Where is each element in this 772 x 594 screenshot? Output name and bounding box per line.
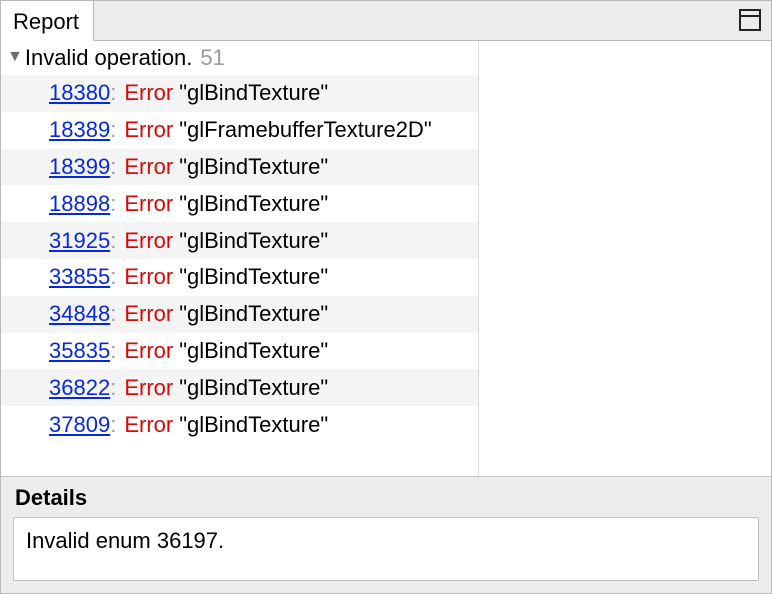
row-colon: : — [110, 117, 116, 143]
row-function-name: "glBindTexture" — [179, 154, 328, 180]
details-text: Invalid enum 36197. — [26, 528, 224, 553]
row-colon: : — [110, 375, 116, 401]
row-colon: : — [110, 191, 116, 217]
row-function-name: "glBindTexture" — [179, 264, 328, 290]
frame-id-link[interactable]: 35835 — [49, 338, 110, 364]
row-function-name: "glFramebufferTexture2D" — [179, 117, 431, 143]
frame-id-link[interactable]: 18399 — [49, 154, 110, 180]
report-row[interactable]: 35835: Error"glBindTexture" — [1, 333, 478, 370]
group-row-invalid-operation[interactable]: ▼ Invalid operation. 51 — [1, 41, 478, 75]
row-colon: : — [110, 264, 116, 290]
tab-bar: Report — [1, 1, 771, 41]
row-function-name: "glBindTexture" — [179, 375, 328, 401]
row-severity: Error — [124, 191, 173, 217]
row-severity: Error — [124, 80, 173, 106]
group-count: 51 — [200, 45, 224, 71]
frame-id-link[interactable]: 18380 — [49, 80, 110, 106]
row-function-name: "glBindTexture" — [179, 228, 328, 254]
details-header-label: Details — [15, 485, 87, 510]
frame-id-link[interactable]: 36822 — [49, 375, 110, 401]
row-severity: Error — [124, 117, 173, 143]
report-row[interactable]: 18389: Error"glFramebufferTexture2D" — [1, 112, 478, 149]
row-function-name: "glBindTexture" — [179, 338, 328, 364]
report-row[interactable]: 18380: Error"glBindTexture" — [1, 75, 478, 112]
row-severity: Error — [124, 264, 173, 290]
row-severity: Error — [124, 301, 173, 327]
row-severity: Error — [124, 154, 173, 180]
details-header: Details — [1, 476, 771, 517]
group-title: Invalid operation. — [25, 45, 193, 71]
row-colon: : — [110, 228, 116, 254]
row-colon: : — [110, 80, 116, 106]
row-colon: : — [110, 301, 116, 327]
tab-report[interactable]: Report — [1, 1, 94, 41]
row-function-name: "glBindTexture" — [179, 191, 328, 217]
row-severity: Error — [124, 375, 173, 401]
details-text-box: Invalid enum 36197. — [13, 517, 759, 581]
report-panel: Report ▼ Invalid operation. 51 18380: Err… — [0, 0, 772, 594]
tree-column-right — [479, 41, 771, 476]
row-function-name: "glBindTexture" — [179, 412, 328, 438]
row-severity: Error — [124, 412, 173, 438]
row-function-name: "glBindTexture" — [179, 80, 328, 106]
frame-id-link[interactable]: 31925 — [49, 228, 110, 254]
report-row[interactable]: 37809: Error"glBindTexture" — [1, 406, 478, 443]
row-severity: Error — [124, 228, 173, 254]
details-body: Invalid enum 36197. — [1, 517, 771, 593]
row-function-name: "glBindTexture" — [179, 301, 328, 327]
row-colon: : — [110, 412, 116, 438]
frame-id-link[interactable]: 18898 — [49, 191, 110, 217]
frame-id-link[interactable]: 34848 — [49, 301, 110, 327]
frame-id-link[interactable]: 33855 — [49, 264, 110, 290]
report-row[interactable]: 31925: Error"glBindTexture" — [1, 222, 478, 259]
frame-id-link[interactable]: 37809 — [49, 412, 110, 438]
report-row[interactable]: 36822: Error"glBindTexture" — [1, 369, 478, 406]
tree-column-left: ▼ Invalid operation. 51 18380:Error"glBi… — [1, 41, 479, 476]
report-row[interactable]: 18898: Error"glBindTexture" — [1, 185, 478, 222]
report-tree: ▼ Invalid operation. 51 18380:Error"glBi… — [1, 41, 771, 476]
row-colon: : — [110, 338, 116, 364]
frame-id-link[interactable]: 18389 — [49, 117, 110, 143]
report-row[interactable]: 34848: Error"glBindTexture" — [1, 296, 478, 333]
report-row[interactable]: 33855: Error"glBindTexture" — [1, 259, 478, 296]
disclosure-triangle-icon[interactable]: ▼ — [7, 48, 23, 66]
row-severity: Error — [124, 338, 173, 364]
row-colon: : — [110, 154, 116, 180]
tab-report-label: Report — [13, 9, 79, 35]
maximize-icon[interactable] — [739, 9, 761, 31]
report-row[interactable]: 18399: Error"glBindTexture" — [1, 149, 478, 186]
